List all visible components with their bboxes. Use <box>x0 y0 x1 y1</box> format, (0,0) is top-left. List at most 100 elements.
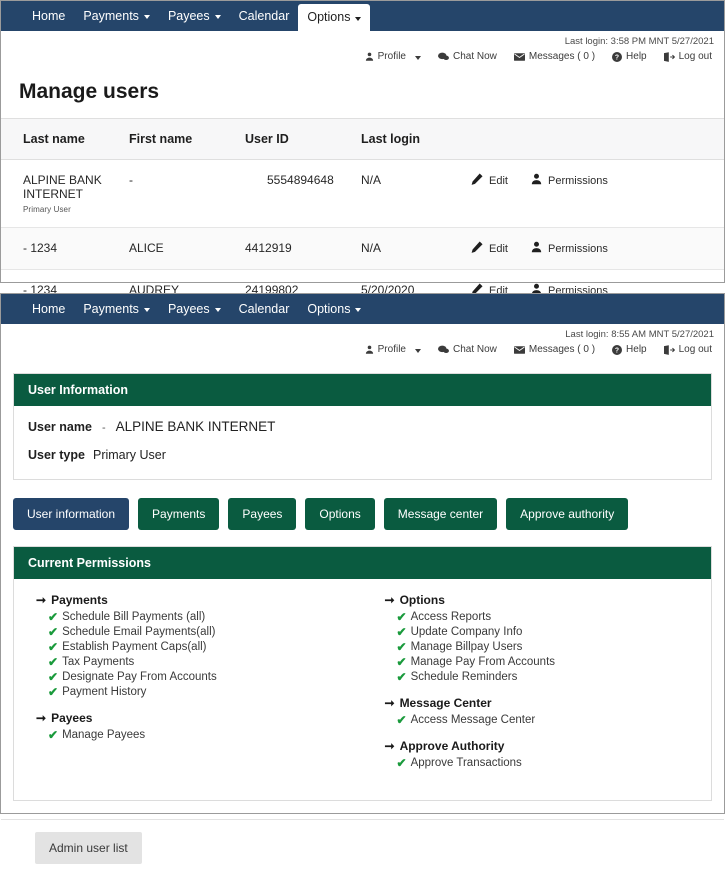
nav-item-home[interactable]: Home <box>23 294 74 324</box>
help-label-1: Help <box>626 51 647 62</box>
cell-last-name: - 1234 <box>1 227 129 270</box>
logout-link-1[interactable]: Log out <box>663 51 712 62</box>
logout-link-2[interactable]: Log out <box>663 344 712 355</box>
edit-label: Edit <box>489 174 508 187</box>
primary-user-tag: Primary User <box>23 205 71 214</box>
pencil-icon <box>471 241 483 256</box>
permission-label: Schedule Reminders <box>410 670 518 683</box>
column-header-first-name[interactable]: First name <box>129 118 245 160</box>
permission-label: Manage Pay From Accounts <box>410 655 556 668</box>
nav-item-payees[interactable]: Payees <box>159 294 230 324</box>
user-name-dash: - <box>101 422 106 434</box>
permission-item: ✔ Schedule Email Payments(all) <box>36 624 363 639</box>
edit-button[interactable]: Edit <box>471 241 508 256</box>
arrow-right-icon: ➞ <box>384 739 395 753</box>
check-icon: ✔ <box>48 624 59 639</box>
check-icon: ✔ <box>48 669 59 684</box>
check-icon: ✔ <box>396 669 407 684</box>
permission-group-message-center: ➞ Message Center ✔ Access Message Center <box>385 696 712 727</box>
group-label: Options <box>399 593 445 607</box>
check-icon: ✔ <box>48 609 59 624</box>
manage-users-panel: Home Payments Payees Calendar Options La… <box>0 0 725 312</box>
permission-item: ✔ Establish Payment Caps(all) <box>36 639 363 654</box>
permission-item: ✔ Update Company Info <box>385 624 712 639</box>
chevron-down-icon <box>415 348 421 353</box>
permission-group-options: ➞ Options ✔ Access Reports ✔ Update Compan… <box>385 593 712 684</box>
cell-first-name: ALICE <box>129 227 245 270</box>
profile-menu-2[interactable]: Profile <box>365 344 421 355</box>
profile-label-1: Profile <box>377 51 406 62</box>
check-icon: ✔ <box>396 639 407 654</box>
person-icon <box>531 173 542 188</box>
nav-label-calendar: Calendar <box>238 8 290 23</box>
profile-menu-1[interactable]: Profile <box>365 51 421 62</box>
tab-payees[interactable]: Payees <box>228 498 297 530</box>
chat-now-link-2[interactable]: Chat Now <box>438 344 497 355</box>
column-header-user-id[interactable]: User ID <box>245 118 361 160</box>
user-name-label: User name <box>28 420 92 434</box>
pencil-icon <box>471 173 483 188</box>
person-icon <box>531 241 542 256</box>
permission-label: Establish Payment Caps(all) <box>62 640 207 653</box>
arrow-right-icon: ➞ <box>384 696 395 710</box>
permission-item: ✔ Manage Payees <box>36 727 363 742</box>
permission-group-payees: ➞ Payees ✔ Manage Payees <box>36 711 363 742</box>
help-link-1[interactable]: ? Help <box>612 51 647 62</box>
tab-payments[interactable]: Payments <box>138 498 220 530</box>
permissions-button[interactable]: Permissions <box>531 241 608 256</box>
messages-link-1[interactable]: Messages ( 0 ) <box>513 51 595 62</box>
nav-item-options[interactable]: Options <box>298 4 371 31</box>
main-navigation-bar-1: Home Payments Payees Calendar Options <box>1 1 724 31</box>
nav-label-options: Options <box>307 301 351 316</box>
column-header-last-login[interactable]: Last login <box>361 118 471 160</box>
permissions-left-column: ➞ Payments ✔ Schedule Bill Payments (all)… <box>14 593 363 782</box>
tab-options[interactable]: Options <box>305 498 375 530</box>
column-header-last-name[interactable]: Last name <box>1 118 129 160</box>
check-icon: ✔ <box>396 654 407 669</box>
nav-item-calendar[interactable]: Calendar <box>230 1 299 31</box>
group-label: Approve Authority <box>399 739 505 753</box>
check-icon: ✔ <box>396 609 407 624</box>
permission-label: Approve Transactions <box>410 756 522 769</box>
logout-icon <box>663 51 675 62</box>
column-header-permissions <box>531 118 724 160</box>
nav-item-payees[interactable]: Payees <box>159 1 230 31</box>
nav-item-options[interactable]: Options <box>298 294 370 324</box>
admin-user-list-button[interactable]: Admin user list <box>35 832 142 864</box>
permission-label: Manage Billpay Users <box>410 640 523 653</box>
permissions-right-column: ➞ Options ✔ Access Reports ✔ Update Compan… <box>363 593 712 782</box>
permissions-button[interactable]: Permissions <box>531 173 608 188</box>
permission-item: ✔ Manage Pay From Accounts <box>385 654 712 669</box>
check-icon: ✔ <box>48 639 59 654</box>
user-id-value: 5554894648 <box>267 173 334 187</box>
nav-item-payments[interactable]: Payments <box>74 1 159 31</box>
user-information-card: User Information User name - ALPINE BANK… <box>13 373 712 480</box>
group-label: Payees <box>51 711 93 725</box>
permission-label: Update Company Info <box>410 625 523 638</box>
table-row: - 1234 ALICE 4412919 N/A Edit Permission… <box>1 227 724 270</box>
tab-user-information[interactable]: User information <box>13 498 130 530</box>
group-label: Payments <box>51 593 108 607</box>
messages-link-2[interactable]: Messages ( 0 ) <box>513 344 595 355</box>
nav-label-payments: Payments <box>83 301 139 316</box>
last-login-text-1: Last login: 3:58 PM MNT 5/27/2021 <box>564 36 714 47</box>
arrow-right-icon: ➞ <box>36 593 47 607</box>
tab-message-center[interactable]: Message center <box>383 498 498 530</box>
nav-item-home[interactable]: Home <box>23 1 74 31</box>
chat-now-link-1[interactable]: Chat Now <box>438 51 497 62</box>
help-link-2[interactable]: ? Help <box>612 344 647 355</box>
chevron-down-icon <box>143 15 150 19</box>
tab-approve-authority[interactable]: Approve authority <box>506 498 629 530</box>
cell-last-login: N/A <box>361 227 471 270</box>
chevron-down-icon <box>214 308 221 312</box>
nav-item-calendar[interactable]: Calendar <box>230 294 299 324</box>
logout-label-1: Log out <box>678 51 712 62</box>
cell-permissions: Permissions <box>531 159 724 228</box>
current-permissions-header: Current Permissions <box>14 547 711 579</box>
chevron-down-icon <box>355 308 362 312</box>
nav-item-payments[interactable]: Payments <box>74 294 159 324</box>
edit-button[interactable]: Edit <box>471 173 508 188</box>
check-icon: ✔ <box>396 712 407 727</box>
nav-label-payees: Payees <box>167 301 210 316</box>
check-icon: ✔ <box>48 727 59 742</box>
